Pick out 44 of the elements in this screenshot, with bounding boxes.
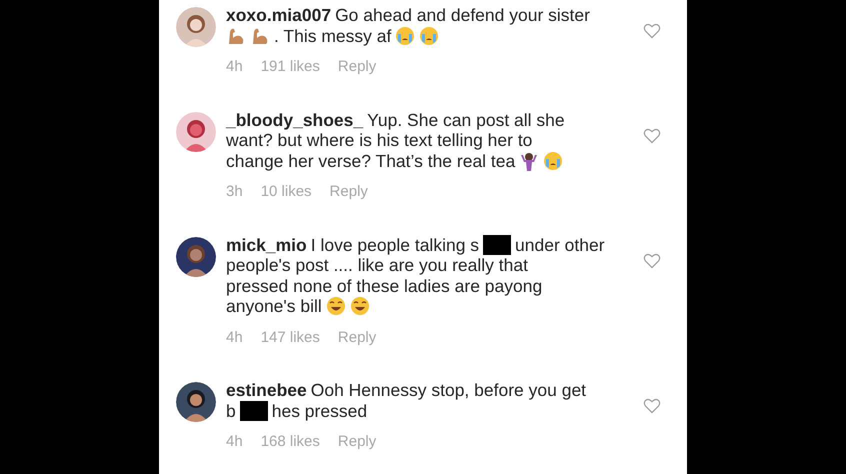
heart-icon[interactable] bbox=[643, 398, 661, 414]
comment-time: 4h bbox=[226, 432, 243, 452]
laughing-face-icon bbox=[350, 296, 370, 316]
comment-time: 4h bbox=[226, 328, 243, 348]
comment-text: under other bbox=[515, 234, 605, 255]
comment-time: 4h bbox=[226, 57, 243, 77]
comment-text: . This messy af bbox=[274, 26, 392, 46]
username[interactable]: mick_mio bbox=[226, 234, 307, 255]
avatar[interactable] bbox=[176, 382, 216, 422]
avatar[interactable] bbox=[176, 112, 216, 152]
reply-button[interactable]: Reply bbox=[330, 181, 368, 204]
comment-text: hes pressed bbox=[272, 400, 368, 421]
reply-button[interactable]: Reply bbox=[338, 56, 376, 78]
username[interactable]: estinebee bbox=[226, 380, 307, 400]
crying-face-icon bbox=[419, 26, 440, 46]
comment-text: change her verse? That’s the real tea bbox=[226, 150, 516, 171]
redaction-bar bbox=[240, 400, 268, 421]
likes-link[interactable]: 10 likes bbox=[260, 181, 312, 204]
comment-text: Yup. She can post all she bbox=[367, 110, 565, 130]
comment-text: want? but where is his text telling her to bbox=[226, 130, 532, 150]
reply-button[interactable]: Reply bbox=[338, 326, 376, 349]
comment-text: pressed none of these ladies are payong bbox=[226, 276, 542, 296]
heart-icon[interactable] bbox=[643, 23, 661, 39]
comment-text: anyone's bill bbox=[226, 296, 322, 316]
shrugging-person-icon bbox=[519, 150, 540, 171]
username[interactable]: xoxo.mia007 bbox=[226, 5, 332, 26]
crying-face-icon bbox=[395, 26, 416, 46]
heart-icon[interactable] bbox=[643, 252, 661, 268]
likes-link[interactable]: 191 likes bbox=[260, 56, 320, 78]
crying-face-icon bbox=[543, 150, 564, 171]
avatar[interactable] bbox=[176, 236, 216, 276]
laughing-face-icon bbox=[326, 296, 346, 316]
reply-button[interactable]: Reply bbox=[338, 431, 376, 454]
comment-text: Go ahead and defend your sister bbox=[335, 5, 590, 26]
redaction-bar bbox=[483, 234, 512, 255]
comment-text: I love people talking s bbox=[310, 234, 480, 255]
comment-text: Ooh Hennessy stop, before you get bbox=[310, 380, 586, 400]
username[interactable]: _bloody_shoes_ bbox=[226, 110, 364, 130]
likes-link[interactable]: 168 likes bbox=[260, 431, 320, 454]
comment-text: b bbox=[226, 400, 236, 421]
comment-text: people's post .... like are you really that bbox=[226, 255, 528, 276]
heart-icon[interactable] bbox=[643, 128, 661, 144]
likes-link[interactable]: 147 likes bbox=[260, 326, 320, 349]
comment-time: 3h bbox=[226, 182, 243, 202]
